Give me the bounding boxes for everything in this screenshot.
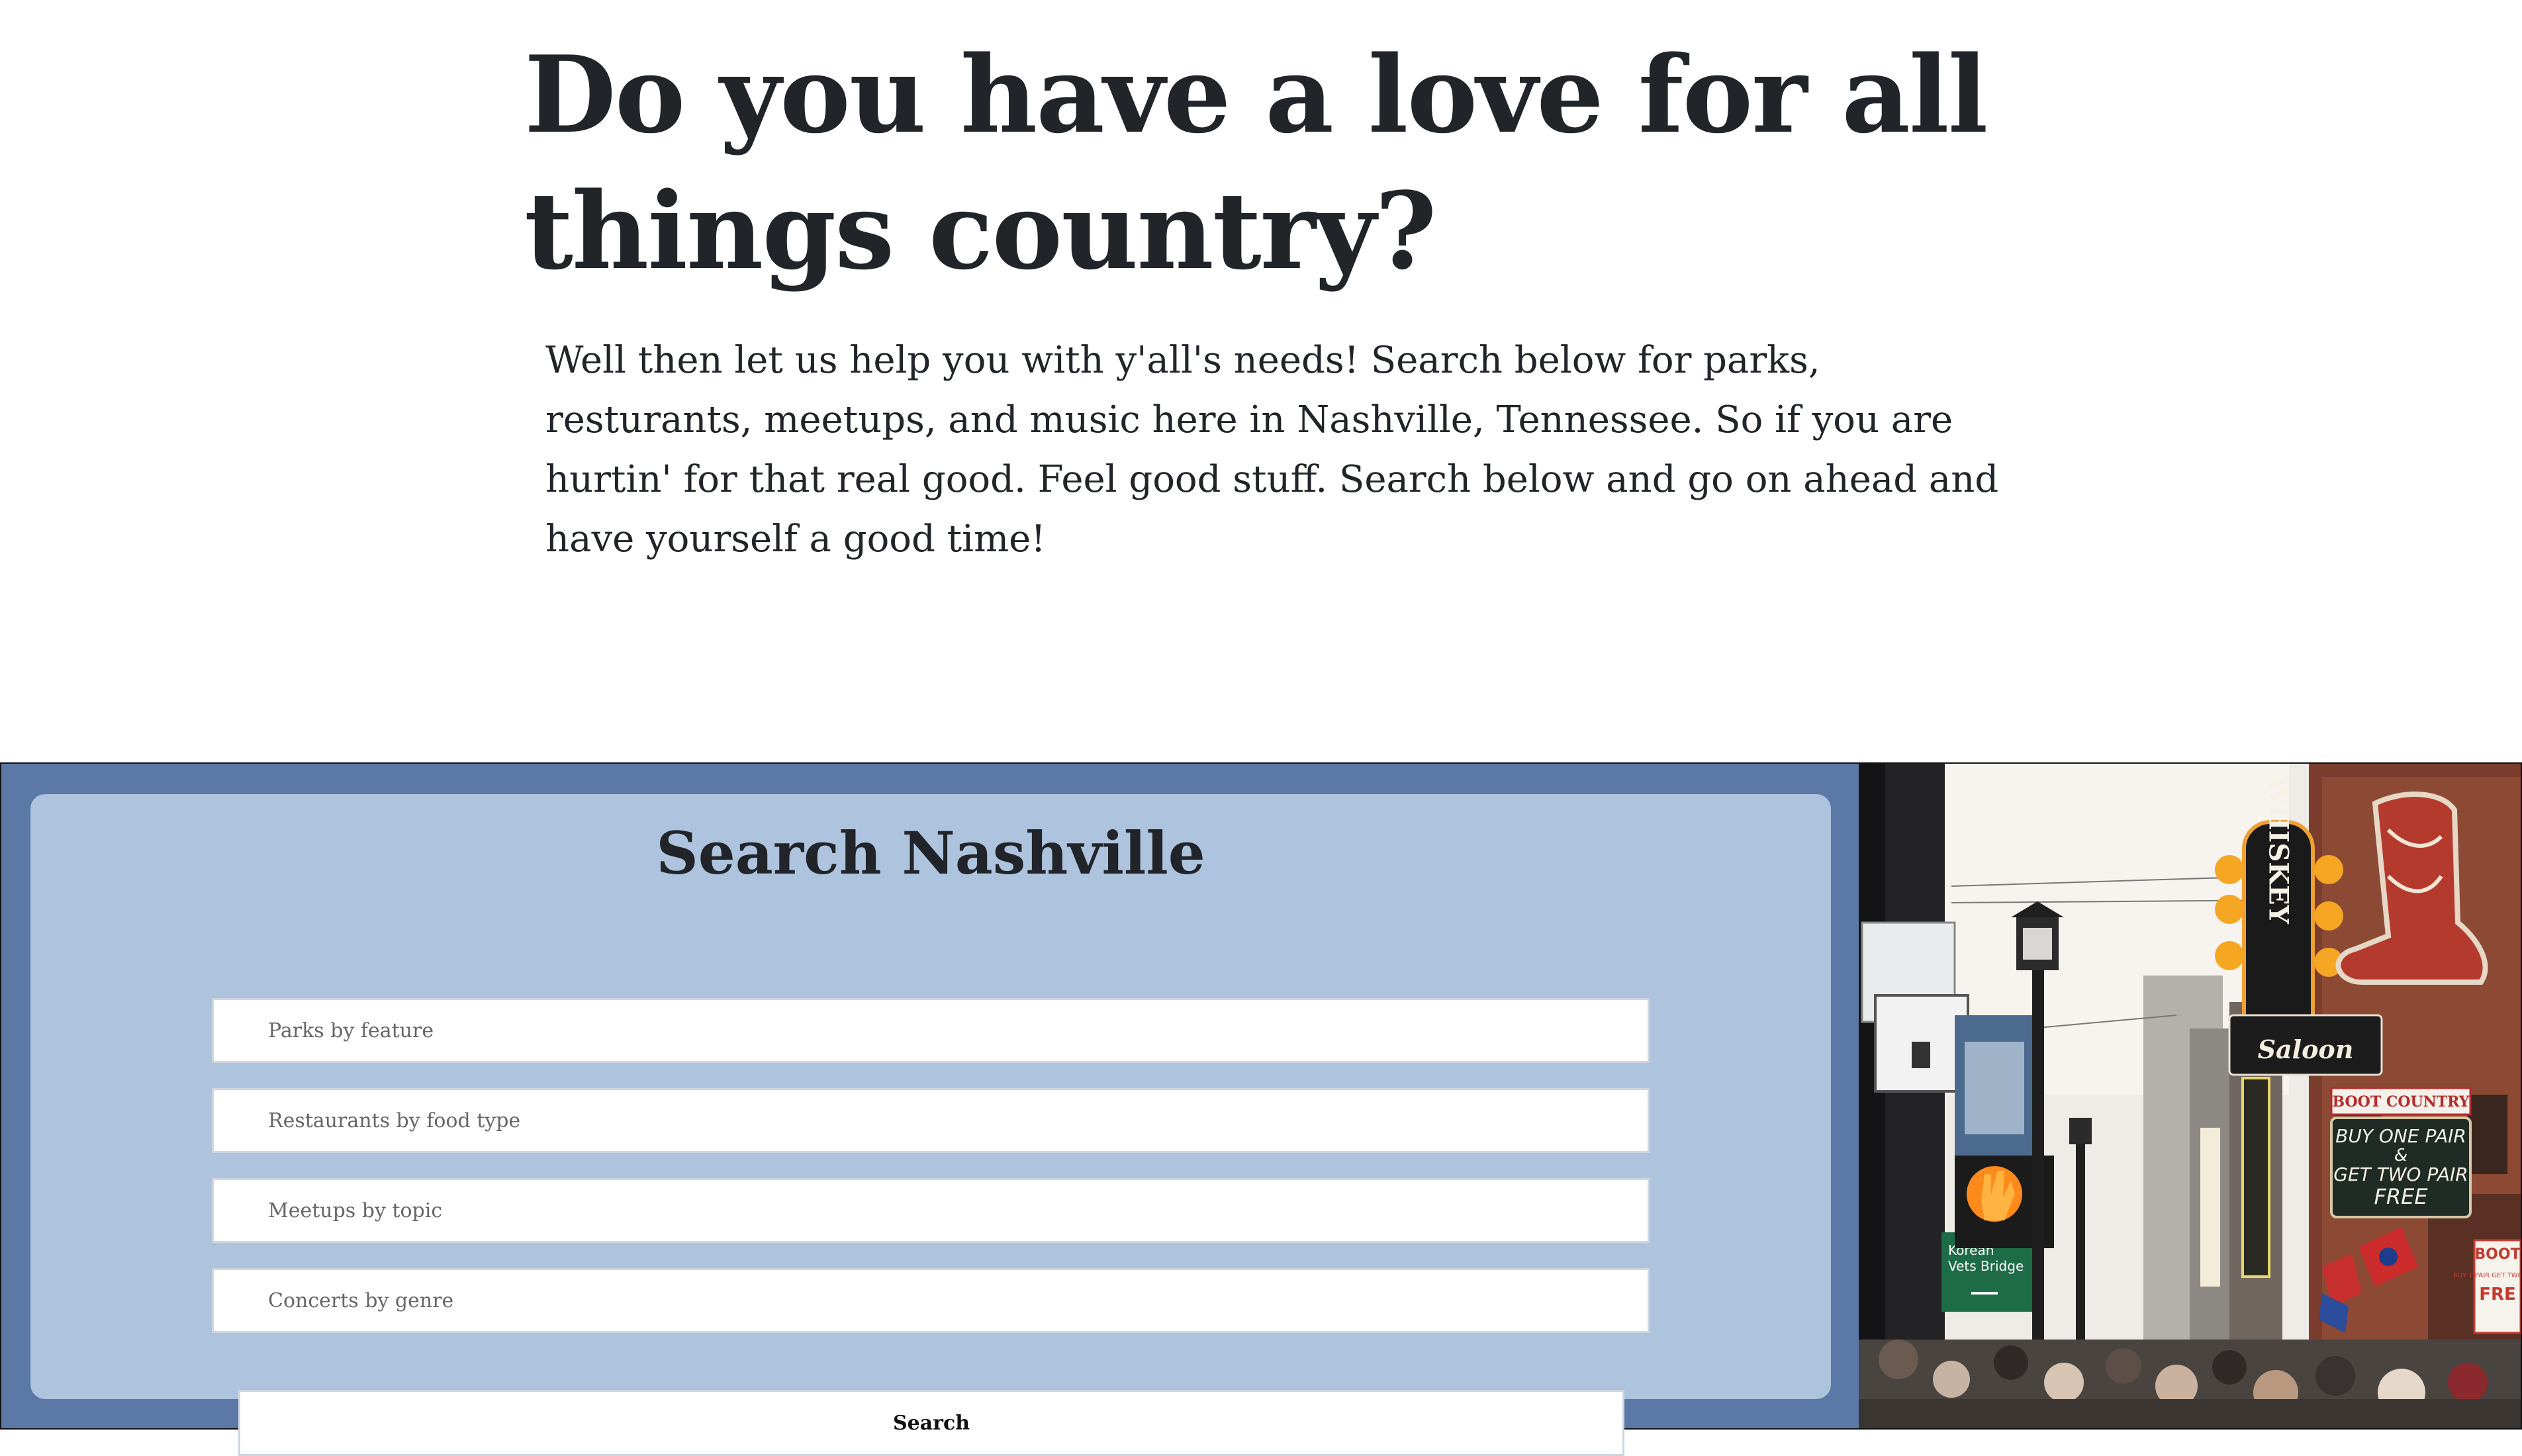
boot-side-small: BUY 1 PAIR GET TWO FREE [2453, 1272, 2521, 1279]
buy-one-pair-line-2: & [2394, 1146, 2407, 1165]
buy-one-pair-free: FREE [2374, 1184, 2428, 1209]
whiskey-sign-text: WHISKEY [2263, 775, 2294, 925]
street-scene-illustration: Korean Vets Bridge WHISKEY Saloon BOOT C… [1859, 764, 2521, 1428]
buy-one-pair-line-1: BUY ONE PAIR [2335, 1125, 2466, 1147]
meetups-search-input[interactable] [212, 1178, 1650, 1243]
hero-description: Well then let us help you with y'all's n… [545, 339, 1999, 561]
saloon-sign-text: Saloon [2258, 1034, 2354, 1064]
search-form: Search Nashville Search [30, 794, 1831, 1456]
street-sign-text-2: Vets Bridge [1948, 1258, 2024, 1274]
search-section: Search Nashville Search [0, 762, 2522, 1456]
search-button[interactable]: Search [238, 1390, 1624, 1456]
buy-one-pair-line-3: GET TWO PAIR [2333, 1163, 2468, 1185]
nashville-street-photo: Korean Vets Bridge WHISKEY Saloon BOOT C… [1859, 764, 2521, 1428]
boot-country-sign-text: BOOT COUNTRY [2332, 1093, 2469, 1111]
boot-side-sign: BOOT [2474, 1246, 2520, 1263]
hero-title: Do you have a love for all things countr… [524, 32, 1988, 293]
search-title: Search Nashville [656, 819, 1205, 887]
boot-side-free: FRE [2479, 1285, 2516, 1304]
parks-search-input[interactable] [212, 998, 1650, 1063]
restaurants-search-input[interactable] [212, 1088, 1650, 1153]
hero-section: Do you have a love for all things countr… [0, 0, 2522, 762]
concerts-search-input[interactable] [212, 1268, 1650, 1333]
